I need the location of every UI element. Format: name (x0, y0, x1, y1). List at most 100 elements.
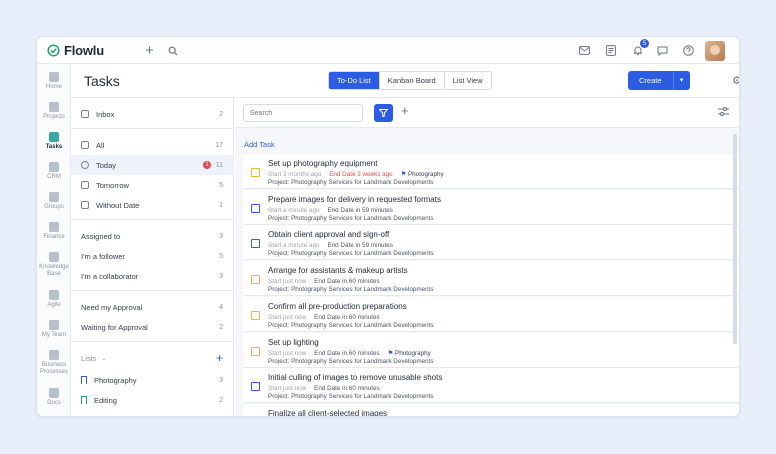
task-title[interactable]: Initial culling of images to remove unus… (268, 373, 442, 382)
sidebar-list-editing[interactable]: Editing 2 (71, 390, 233, 410)
plus-icon[interactable]: + (401, 103, 409, 118)
lists-header[interactable]: Lists ⌄ + (71, 348, 233, 368)
sidebar-item-need-approval[interactable]: Need my Approval 4 (71, 297, 233, 317)
task-project: Project: Photography Services for Landma… (268, 214, 434, 222)
task-row[interactable]: Initial culling of images to remove unus… (243, 368, 739, 404)
create-label: Create (639, 76, 662, 85)
rail-item-crm[interactable]: CRM (37, 162, 71, 181)
task-project: Project: Photography Services for Landma… (268, 286, 434, 294)
task-row[interactable]: Obtain client approval and sign-off Start… (243, 225, 739, 261)
chevron-down-icon: ⌄ (101, 355, 107, 362)
task-checkbox[interactable] (251, 310, 260, 320)
rail-item-agile[interactable]: Agile (37, 290, 71, 309)
tab-kanban-board[interactable]: Kanban Board (378, 72, 444, 89)
task-row[interactable]: Prepare images for delivery in requested… (243, 189, 739, 225)
task-project: Project: Photography Services for Landma… (268, 250, 434, 258)
task-start: Start just now (268, 385, 307, 393)
scrollbar[interactable] (733, 134, 737, 344)
task-checkbox[interactable] (251, 239, 260, 249)
task-checkbox[interactable] (251, 203, 260, 213)
sidebar-item-follower[interactable]: I'm a follower 5 (71, 246, 233, 266)
task-toolbar: + (235, 98, 739, 128)
sidebar-item-assigned[interactable]: Assigned to 3 (71, 226, 233, 246)
task-end-date: End Date 3 weeks ago (329, 171, 393, 178)
notes-icon[interactable] (602, 42, 619, 59)
search-input[interactable] (243, 104, 363, 122)
task-end-date: End Date in 60 minutes (314, 385, 380, 393)
tab-to-do-list[interactable]: To-Do List (329, 72, 379, 89)
task-meta: Start just now End Date in 60 minutes (268, 314, 380, 321)
gear-icon[interactable]: ⚙ (732, 74, 739, 87)
rail-item-business-processes[interactable]: Business Processes (37, 350, 71, 376)
filter-icon (378, 109, 389, 118)
list-icon (81, 201, 89, 209)
view-switcher: To-Do List Kanban Board List View (328, 71, 492, 90)
rail-item-knowledge-base[interactable]: Knowledge Base (37, 252, 71, 278)
calendar-icon (81, 181, 89, 189)
task-row[interactable]: Confirm all pre-production preparations S… (243, 296, 739, 332)
task-project: Project: Photography Services for Landma… (268, 321, 434, 329)
mail-icon[interactable] (576, 42, 593, 59)
task-checkbox[interactable] (251, 275, 260, 285)
task-title[interactable]: Obtain client approval and sign-off (268, 230, 389, 239)
create-button[interactable]: Create ▾ (628, 71, 690, 90)
bell-icon[interactable]: 5 (629, 39, 649, 59)
sidebar-item-without-date[interactable]: Without Date 1 (71, 195, 233, 215)
agile-icon (49, 290, 59, 300)
task-row[interactable]: Finalize all client-selected imagesStart… (243, 403, 739, 416)
filter-button[interactable] (374, 104, 393, 122)
task-title[interactable]: Arrange for assistants & makeup artists (268, 266, 408, 275)
sidebar-item-inbox[interactable]: Inbox 2 (71, 104, 233, 124)
sidebar-item-collaborator[interactable]: I'm a collaborator 3 (71, 266, 233, 286)
sidebar-item-tomorrow[interactable]: Tomorrow 5 (71, 175, 233, 195)
task-end-date: End Date in 60 minutes (314, 313, 380, 321)
groups-icon (49, 192, 59, 202)
sliders-icon[interactable] (718, 107, 729, 118)
star-icon (81, 161, 89, 169)
bookmark-icon (81, 376, 87, 384)
rail-item-my-team[interactable]: My Team (37, 320, 71, 339)
rail-item-home[interactable]: Home (37, 72, 71, 91)
rail-item-docs[interactable]: Docs (37, 388, 71, 407)
task-row[interactable]: Set up photography equipment Start 3 mont… (243, 154, 739, 189)
help-icon[interactable] (680, 42, 697, 59)
task-checkbox[interactable] (251, 168, 260, 177)
user-avatar[interactable] (705, 41, 725, 61)
task-checkbox[interactable] (251, 382, 260, 392)
add-list-icon[interactable]: + (216, 351, 223, 365)
task-title[interactable]: Set up photography equipment (268, 159, 377, 168)
chat-icon[interactable] (654, 42, 671, 59)
chevron-down-icon[interactable]: ▾ (672, 71, 690, 90)
app-logo[interactable]: Flowlu (47, 43, 104, 58)
add-task-link[interactable]: Add Task (244, 140, 275, 149)
crm-icon (49, 162, 59, 172)
task-project: Project: Photography Services for Landma… (268, 179, 434, 186)
task-filters-sidebar: Inbox 2 All 17 Today 1 11 Tomorrow 5 Without … (71, 98, 234, 416)
tab-list-view[interactable]: List View (443, 72, 491, 89)
plus-icon[interactable]: + (141, 42, 158, 59)
rail-item-groups[interactable]: Groups (37, 192, 71, 211)
task-title[interactable]: Confirm all pre-production preparations (268, 302, 407, 311)
notification-badge: 5 (640, 39, 649, 48)
bookmark-icon (81, 396, 87, 404)
rail-item-finance[interactable]: Finance (37, 222, 71, 241)
flowlu-logo-icon (47, 44, 60, 57)
team-icon (49, 320, 59, 330)
sidebar-list-photography[interactable]: Photography 3 (71, 370, 233, 390)
task-title[interactable]: Set up lighting (268, 338, 319, 347)
task-row[interactable]: Arrange for assistants & makeup artists S… (243, 261, 739, 297)
rail-item-tasks[interactable]: Tasks (37, 132, 71, 151)
sidebar-item-all[interactable]: All 17 (71, 135, 233, 155)
task-end-date: End Date in 60 minutes (314, 349, 380, 357)
knowledge-base-icon (49, 252, 59, 262)
search-icon[interactable] (164, 42, 181, 59)
top-bar: Flowlu + 5 (37, 37, 739, 64)
sidebar-item-today[interactable]: Today 1 11 (71, 155, 233, 175)
overdue-badge: 1 (203, 161, 211, 169)
task-title[interactable]: Finalize all client-selected images (268, 409, 387, 416)
rail-item-projects[interactable]: Projects (37, 102, 71, 121)
task-row[interactable]: Set up lighting Start just now End Date in… (243, 332, 739, 368)
task-checkbox[interactable] (251, 346, 260, 356)
sidebar-item-waiting-approval[interactable]: Waiting for Approval 2 (71, 317, 233, 337)
task-title[interactable]: Prepare images for delivery in requested… (268, 195, 441, 204)
